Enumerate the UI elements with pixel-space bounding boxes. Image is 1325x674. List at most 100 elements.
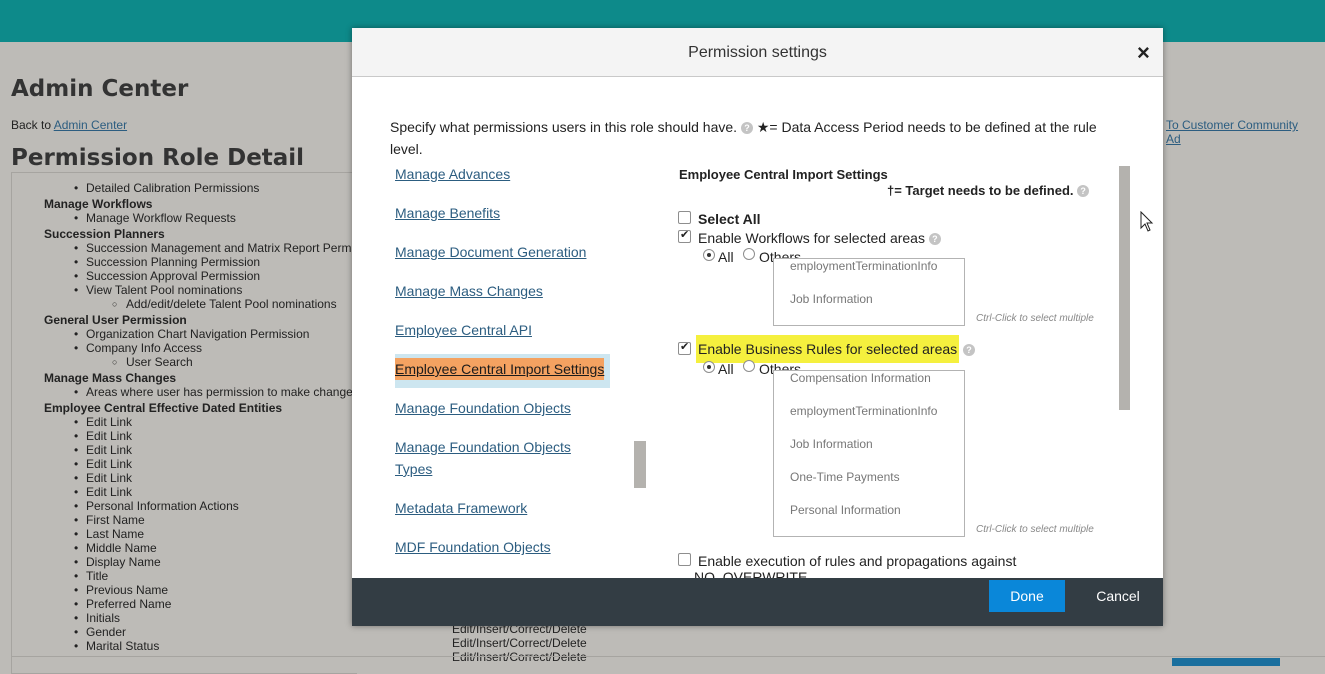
list-item: Last Name	[12, 527, 357, 541]
no-overwrite-label: Enable execution of rules and propagatio…	[698, 553, 1017, 569]
business-rules-checkbox[interactable]	[678, 340, 691, 355]
settings-panel: Employee Central Import Settings †= Targ…	[678, 163, 1118, 585]
list-item: Succession Approval Permission	[12, 269, 357, 283]
list-item[interactable]: One-Time Payments	[790, 470, 900, 484]
list-item: Gender	[12, 625, 357, 639]
nav-link-manage-mass-changes[interactable]: Manage Mass Changes	[395, 280, 543, 302]
permission-list-panel: Detailed Calibration Permissions Manage W…	[11, 172, 357, 674]
intro-main: Specify what permissions users in this r…	[390, 119, 738, 135]
business-rules-radio-others[interactable]	[743, 360, 755, 372]
list-item[interactable]: Personal Information	[790, 503, 901, 517]
list-item: Title	[12, 569, 357, 583]
select-all-checkbox[interactable]	[678, 211, 691, 224]
breadcrumb: Back to Admin Center	[11, 118, 127, 132]
list-item: Middle Name	[12, 541, 357, 555]
list-item: Personal Information Actions	[12, 499, 357, 513]
dialog-footer: Done Cancel	[352, 578, 1163, 626]
page-title: Permission Role Detail	[11, 145, 305, 171]
business-rules-hint: Ctrl-Click to select multiple	[976, 524, 1094, 535]
workflows-label-text: Enable Workflows for selected areas	[698, 230, 925, 246]
list-heading: General User Permission	[44, 313, 187, 327]
intro-text: Specify what permissions users in this r…	[390, 116, 1120, 160]
workflows-label: Enable Workflows for selected areas ?	[698, 230, 941, 246]
list-item: Edit Link	[12, 457, 357, 471]
list-item: Succession Management and Matrix Report …	[12, 241, 357, 255]
settings-scrollbar[interactable]	[1119, 166, 1130, 410]
list-item[interactable]: Compensation Information	[790, 371, 931, 385]
mouse-cursor-icon	[1140, 211, 1154, 232]
workflows-radio-all[interactable]	[703, 249, 715, 261]
list-item: Preferred Name	[12, 597, 357, 611]
workflows-radio-all-label: All	[718, 249, 734, 265]
list-item: Edit Link	[12, 415, 357, 429]
close-icon[interactable]: ×	[1137, 42, 1150, 64]
nav-link-manage-benefits[interactable]: Manage Benefits	[395, 202, 500, 224]
target-note: †= Target needs to be defined. ?	[887, 183, 1090, 198]
nav-link-metadata-framework[interactable]: Metadata Framework	[395, 497, 527, 519]
list-item: Organization Chart Navigation Permission	[12, 327, 357, 341]
list-item: Initials	[12, 611, 357, 625]
dialog-title: Permission settings	[688, 44, 827, 61]
nav-link-mdf-foundation-objects[interactable]: MDF Foundation Objects	[395, 536, 551, 558]
list-heading: Employee Central Effective Dated Entitie…	[44, 401, 283, 415]
help-icon[interactable]: ?	[740, 122, 753, 134]
permission-list: Detailed Calibration Permissions Manage W…	[12, 181, 357, 653]
cancel-button[interactable]: Cancel	[1080, 580, 1156, 612]
nav-link-manage-foundation-objects[interactable]: Manage Foundation Objects	[395, 397, 571, 419]
no-overwrite-checkbox[interactable]	[678, 553, 691, 566]
list-item: View Talent Pool nominations	[12, 283, 357, 297]
list-item: Edit Link	[12, 471, 357, 485]
list-item: Marital Status	[12, 639, 357, 653]
header-link-ad[interactable]: Ad	[1166, 132, 1181, 146]
list-item: Company Info Access	[12, 341, 357, 355]
nav-link-ec-import-settings[interactable]: Employee Central Import Settings	[395, 358, 605, 380]
business-rules-area-listbox[interactable]: Compensation Information employmentTermi…	[773, 370, 965, 537]
business-rules-label: Enable Business Rules for selected areas…	[696, 335, 976, 363]
nav-link-manage-advances[interactable]: Manage Advances	[395, 163, 510, 185]
bottom-button[interactable]	[1172, 658, 1280, 666]
help-icon[interactable]: ?	[1077, 185, 1090, 197]
list-item: Edit Link	[12, 429, 357, 443]
nav-link-employee-central-api[interactable]: Employee Central API	[395, 319, 532, 341]
list-heading: Succession Planners	[44, 227, 165, 241]
workflows-hint: Ctrl-Click to select multiple	[976, 313, 1094, 324]
list-item[interactable]: employmentTerminationInfo	[790, 259, 937, 273]
workflows-radio-others[interactable]	[743, 248, 755, 260]
nav-link-manage-document-generation[interactable]: Manage Document Generation	[395, 241, 586, 263]
nav-scrollbar[interactable]	[634, 441, 646, 488]
target-note-text: †= Target needs to be defined.	[887, 183, 1074, 198]
admin-center-link[interactable]: Admin Center	[54, 118, 127, 132]
list-item: Add/edit/delete Talent Pool nominations	[12, 297, 357, 311]
section-title: Employee Central Import Settings	[679, 167, 888, 182]
business-rules-radio-all-label: All	[718, 361, 734, 377]
customer-community-link[interactable]: To Customer Community	[1166, 118, 1298, 132]
header-links: To Customer Community Ad	[1166, 118, 1325, 146]
business-rules-radio-all[interactable]	[703, 361, 715, 373]
admin-center-title: Admin Center	[11, 76, 189, 102]
list-item: User Search	[12, 355, 357, 369]
list-item: Detailed Calibration Permissions	[12, 181, 357, 195]
list-item[interactable]: Job Information	[790, 437, 873, 451]
divider	[11, 656, 1325, 657]
workflows-checkbox[interactable]	[678, 228, 691, 243]
help-icon[interactable]: ?	[928, 233, 941, 245]
business-rules-label-text: Enable Business Rules for selected areas	[696, 335, 960, 363]
list-item[interactable]: employmentTerminationInfo	[790, 404, 937, 418]
list-item: Succession Planning Permission	[12, 255, 357, 269]
workflows-area-listbox[interactable]: employmentTerminationInfo Job Informatio…	[773, 258, 965, 326]
permission-settings-dialog: Permission settings × Specify what permi…	[352, 28, 1163, 626]
help-icon[interactable]: ?	[963, 344, 976, 356]
done-button[interactable]: Done	[989, 580, 1065, 612]
list-item: Manage Workflow Requests	[12, 211, 357, 225]
list-item: Areas where user has permission to make …	[12, 385, 357, 399]
back-prefix: Back to	[11, 118, 52, 132]
list-item: Edit Link	[12, 443, 357, 457]
list-item: Previous Name	[12, 583, 357, 597]
list-item[interactable]: Job Information	[790, 292, 873, 306]
list-item: First Name	[12, 513, 357, 527]
list-item: Edit Link	[12, 485, 357, 499]
edit-value: Edit/Insert/Correct/Delete	[452, 650, 587, 664]
edit-value: Edit/Insert/Correct/Delete	[452, 636, 587, 650]
select-all-label: Select All	[698, 211, 761, 227]
nav-link-manage-foundation-objects-types[interactable]: Manage Foundation Objects Types	[395, 436, 610, 480]
